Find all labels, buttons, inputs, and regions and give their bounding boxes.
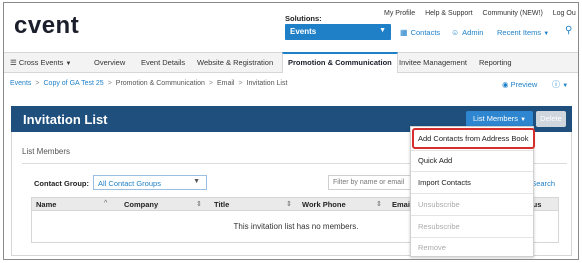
chevron-down-icon: ▼ — [543, 31, 550, 37]
filter-input[interactable]: Filter by name or email — [328, 175, 412, 190]
nav-invitee-management[interactable]: Invitee Management — [399, 53, 467, 73]
eye-icon: ◉ — [502, 80, 509, 89]
nav-cross-events-label: Cross Events — [18, 58, 64, 67]
delete-button[interactable]: Delete — [536, 111, 566, 127]
contacts-link[interactable]: ▦ Contacts — [400, 28, 440, 37]
chevron-down-icon: ▼ — [379, 27, 386, 34]
menu-item-quick-add[interactable]: Quick Add — [418, 156, 452, 165]
sort-icon[interactable]: ⇕ — [196, 200, 202, 208]
breadcrumb-event-name[interactable]: Copy of GA Test 25 — [44, 80, 104, 87]
menu-icon: ☰ — [10, 58, 17, 67]
help-support-link[interactable]: Help & Support — [425, 10, 472, 17]
column-company[interactable]: Company — [124, 200, 158, 209]
nav-cross-events[interactable]: ☰ Cross Events ▼ — [10, 53, 71, 73]
list-members-label: List Members — [473, 114, 519, 123]
recent-items-label: Recent Items — [497, 28, 542, 37]
app-window: cvent My Profile Help & Support Communit… — [3, 2, 579, 260]
chevron-down-icon: ▼ — [65, 61, 72, 67]
nav-website-registration[interactable]: Website & Registration — [197, 53, 273, 73]
solutions-select[interactable]: Events ▼ — [285, 24, 391, 40]
chevron-down-icon: ▼ — [193, 178, 200, 185]
solutions-value: Events — [290, 27, 317, 36]
page-title: Invitation List — [23, 112, 108, 127]
sort-icon[interactable]: ⇕ — [376, 200, 382, 208]
menu-item-import-contacts[interactable]: Import Contacts — [418, 178, 471, 187]
my-profile-link[interactable]: My Profile — [384, 10, 415, 17]
contacts-icon: ▦ — [400, 28, 408, 37]
menu-divider — [411, 171, 533, 172]
nav-overview[interactable]: Overview — [94, 53, 125, 73]
recent-items-link[interactable]: Recent Items ▼ — [497, 28, 549, 37]
preview-label: Preview — [510, 80, 538, 89]
user-icon: ☺ — [451, 28, 460, 37]
nav-event-details[interactable]: Event Details — [141, 53, 185, 73]
breadcrumb-events[interactable]: Events — [10, 80, 31, 87]
admin-link[interactable]: ☺ Admin — [451, 28, 483, 37]
highlight-outline — [412, 128, 535, 149]
breadcrumb-current: Invitation List — [246, 80, 288, 87]
main-nav: ☰ Cross Events ▼ Overview Event Details … — [4, 52, 578, 73]
contact-group-select[interactable]: All Contact Groups ▼ — [93, 175, 207, 190]
menu-divider — [411, 237, 533, 238]
contact-group-value: All Contact Groups — [98, 179, 161, 188]
breadcrumb-email[interactable]: Email — [217, 80, 235, 87]
contact-group-label: Contact Group: — [34, 179, 89, 188]
menu-item-resubscribe: Resubscribe — [418, 222, 460, 231]
section-title: List Members — [22, 147, 71, 156]
info-icon[interactable]: ⓘ ▼ — [552, 79, 568, 90]
top-links: My Profile Help & Support Community (NEW… — [384, 10, 578, 17]
column-title[interactable]: Title — [214, 200, 229, 209]
contacts-label: Contacts — [410, 28, 441, 37]
sort-asc-icon[interactable]: ^ — [104, 200, 107, 207]
community-link[interactable]: Community (NEW!) — [483, 10, 543, 17]
nav-promotion-communication[interactable]: Promotion & Communication — [282, 52, 398, 73]
admin-label: Admin — [462, 28, 484, 37]
solutions-label: Solutions: — [285, 14, 322, 23]
sort-icon[interactable]: ⇕ — [286, 200, 292, 208]
menu-divider — [411, 215, 533, 216]
column-email[interactable]: Email — [392, 200, 412, 209]
column-work-phone[interactable]: Work Phone — [302, 200, 346, 209]
breadcrumb-promotion[interactable]: Promotion & Communication — [116, 80, 205, 87]
nav-reporting[interactable]: Reporting — [479, 53, 512, 73]
menu-item-unsubscribe: Unsubscribe — [418, 200, 460, 209]
menu-divider — [411, 150, 533, 151]
search-icon[interactable]: ⚲ — [565, 25, 572, 36]
chevron-down-icon: ▼ — [520, 117, 527, 123]
preview-link[interactable]: ◉ Preview — [502, 80, 537, 89]
list-members-button[interactable]: List Members ▼ — [466, 111, 534, 127]
menu-item-remove: Remove — [418, 243, 446, 252]
logout-link[interactable]: Log Ou — [553, 10, 576, 17]
breadcrumb: Events > Copy of GA Test 25 > Promotion & Co… — [10, 80, 288, 87]
cvent-logo[interactable]: cvent — [14, 12, 79, 40]
column-name[interactable]: Name — [36, 200, 56, 209]
menu-divider — [411, 193, 533, 194]
